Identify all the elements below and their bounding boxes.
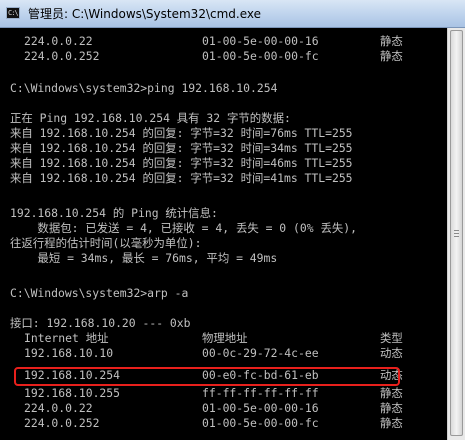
arp-row: 192.168.10.255 ff-ff-ff-ff-ff-ff 静态 bbox=[0, 386, 440, 401]
ping-rtt-title: 往返行程的估计时间(以毫秒为单位): bbox=[10, 236, 202, 250]
cmd-icon-label: C:\ bbox=[8, 9, 19, 17]
ping-reply: 来自 192.168.10.254 的回复: 字节=32 时间=46ms TTL… bbox=[10, 156, 353, 170]
arp-header-ip: Internet 地址 bbox=[24, 331, 109, 345]
arp-header-mac: 物理地址 bbox=[202, 331, 248, 345]
arp-row: 224.0.0.252 01-00-5e-00-00-fc 静态 bbox=[0, 416, 440, 431]
ping-reply: 来自 192.168.10.254 的回复: 字节=32 时间=41ms TTL… bbox=[10, 171, 353, 185]
cmd-icon[interactable]: C:\ bbox=[6, 7, 20, 19]
arp-top-row: 224.0.0.252 01-00-5e-00-00-fc 静态 bbox=[0, 49, 440, 64]
arp-row: 224.0.0.22 01-00-5e-00-00-16 静态 bbox=[0, 401, 440, 416]
arp-type: 静态 bbox=[380, 386, 403, 400]
window-title: 管理员: C:\Windows\System32\cmd.exe bbox=[28, 7, 261, 21]
arp-header-type: 类型 bbox=[380, 331, 403, 345]
vertical-scrollbar[interactable] bbox=[447, 28, 465, 440]
grip-icon bbox=[454, 233, 459, 234]
arp-type: 静态 bbox=[380, 416, 403, 430]
grip-icon bbox=[454, 230, 459, 231]
arp-header-row: Internet 地址 物理地址 类型 bbox=[0, 331, 440, 346]
title-bar[interactable]: C:\ 管理员: C:\Windows\System32\cmd.exe bbox=[0, 0, 465, 28]
arp-type: 静态 bbox=[380, 401, 403, 415]
ping-command: C:\Windows\system32>ping 192.168.10.254 bbox=[10, 81, 278, 95]
ping-reply: 来自 192.168.10.254 的回复: 字节=32 时间=76ms TTL… bbox=[10, 126, 353, 140]
ping-stats-packets: 数据包: 已发送 = 4, 已接收 = 4, 丢失 = 0 (0% 丢失), bbox=[10, 221, 357, 235]
arp-ip: 224.0.0.252 bbox=[24, 49, 100, 63]
arp-mac: 01-00-5e-00-00-16 bbox=[202, 34, 319, 48]
arp-ip: 192.168.10.255 bbox=[24, 386, 121, 400]
arp-mac: 01-00-5e-00-00-fc bbox=[202, 49, 319, 63]
arp-top-row: 224.0.0.22 01-00-5e-00-00-16 静态 bbox=[0, 34, 440, 49]
grip-icon bbox=[454, 236, 459, 237]
arp-ip: 192.168.10.10 bbox=[24, 346, 114, 360]
ping-reply: 来自 192.168.10.254 的回复: 字节=32 时间=34ms TTL… bbox=[10, 141, 353, 155]
arp-ip: 224.0.0.252 bbox=[24, 416, 100, 430]
arp-row: 192.168.10.10 00-0c-29-72-4c-ee 动态 bbox=[0, 346, 440, 361]
arp-type: 静态 bbox=[380, 34, 403, 48]
ping-rtt-values: 最短 = 34ms, 最长 = 76ms, 平均 = 49ms bbox=[10, 251, 278, 265]
arp-ip: 224.0.0.22 bbox=[24, 401, 93, 415]
highlight-box bbox=[14, 367, 400, 386]
arp-mac: 01-00-5e-00-00-16 bbox=[202, 401, 319, 415]
arp-mac: 01-00-5e-00-00-fc bbox=[202, 416, 319, 430]
console-output[interactable]: 224.0.0.22 01-00-5e-00-00-16 静态 224.0.0.… bbox=[0, 28, 447, 440]
arp-mac: ff-ff-ff-ff-ff-ff bbox=[202, 386, 319, 400]
arp-ip: 224.0.0.22 bbox=[24, 34, 93, 48]
arp-type: 动态 bbox=[380, 346, 403, 360]
arp-command: C:\Windows\system32>arp -a bbox=[10, 286, 189, 300]
arp-interface: 接口: 192.168.10.20 --- 0xb bbox=[10, 316, 191, 330]
arp-mac: 00-0c-29-72-4c-ee bbox=[202, 346, 319, 360]
cmd-window: C:\ 管理员: C:\Windows\System32\cmd.exe 224… bbox=[0, 0, 465, 440]
ping-stats-title: 192.168.10.254 的 Ping 统计信息: bbox=[10, 206, 218, 220]
arp-type: 静态 bbox=[380, 49, 403, 63]
scrollbar-thumb[interactable] bbox=[450, 30, 463, 436]
ping-header: 正在 Ping 192.168.10.254 具有 32 字节的数据: bbox=[10, 111, 291, 125]
